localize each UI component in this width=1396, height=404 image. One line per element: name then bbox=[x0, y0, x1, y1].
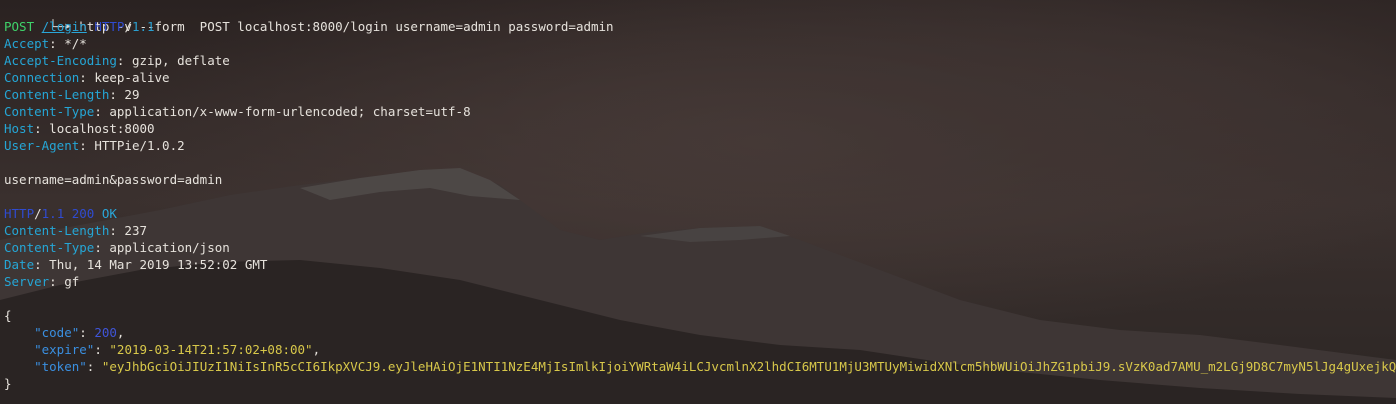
terminal-window[interactable]: └─➤ http -v --form POST localhost:8000/l… bbox=[0, 0, 1396, 404]
request-header: User-Agent: HTTPie/1.0.2 bbox=[4, 138, 185, 153]
header-value: keep-alive bbox=[94, 70, 170, 85]
header-name: Accept bbox=[4, 36, 50, 51]
status-text: OK bbox=[101, 206, 117, 221]
header-name: Accept-Encoding bbox=[4, 53, 117, 68]
header-name: User-Agent bbox=[4, 138, 80, 153]
header-name: Server bbox=[4, 274, 50, 289]
header-value: application/x-www-form-urlencoded; chars… bbox=[109, 104, 471, 119]
response-header: Date: Thu, 14 Mar 2019 13:52:02 GMT bbox=[4, 257, 268, 272]
header-value: application/json bbox=[109, 240, 230, 255]
command-line: └─➤ http -v --form POST localhost:8000/l… bbox=[4, 1, 1396, 34]
json-open-brace: { bbox=[4, 308, 12, 323]
header-name: Connection bbox=[4, 70, 80, 85]
response-header: Content-Type: application/json bbox=[4, 240, 230, 255]
request-header: Accept-Encoding: gzip, deflate bbox=[4, 53, 230, 68]
json-number: 200 bbox=[94, 325, 117, 340]
header-name: Content-Length bbox=[4, 87, 110, 102]
response-protocol: HTTP bbox=[4, 206, 35, 221]
header-value: gzip, deflate bbox=[131, 53, 230, 68]
json-key: "token" bbox=[34, 359, 87, 374]
json-string: "eyJhbGciOiJIUzI1NiIsInR5cCI6IkpXVCJ9.ey… bbox=[101, 359, 1396, 374]
request-method: POST bbox=[4, 19, 35, 34]
request-header: Content-Length: 29 bbox=[4, 87, 140, 102]
request-protocol: HTTP bbox=[94, 19, 125, 34]
header-value: gf bbox=[64, 274, 80, 289]
json-field-token: "token": "eyJhbGciOiJIUzI1NiIsInR5cCI6Ik… bbox=[4, 358, 1396, 375]
header-name: Host bbox=[4, 121, 35, 136]
json-key: "expire" bbox=[34, 342, 95, 357]
response-status-line: HTTP/1.1 200 OK bbox=[4, 206, 117, 221]
request-header: Content-Type: application/x-www-form-url… bbox=[4, 104, 471, 119]
header-value: Thu, 14 Mar 2019 13:52:02 GMT bbox=[49, 257, 268, 272]
header-value: 237 bbox=[124, 223, 147, 238]
response-header: Content-Length: 237 bbox=[4, 223, 147, 238]
request-header: Host: localhost:8000 bbox=[4, 121, 155, 136]
header-value: */* bbox=[64, 36, 87, 51]
header-name: Content-Type bbox=[4, 240, 95, 255]
status-code: 200 bbox=[71, 206, 95, 221]
header-value: 29 bbox=[124, 87, 140, 102]
header-value: localhost:8000 bbox=[49, 121, 155, 136]
request-header: Accept: */* bbox=[4, 36, 87, 51]
header-value: HTTPie/1.0.2 bbox=[94, 138, 185, 153]
header-name: Content-Length bbox=[4, 223, 110, 238]
response-version: 1.1 bbox=[41, 206, 65, 221]
request-path: /login bbox=[41, 19, 87, 34]
request-version: 1.1 bbox=[131, 19, 155, 34]
json-field-code: "code": 200, bbox=[34, 325, 125, 340]
json-field-expire: "expire": "2019-03-14T21:57:02+08:00", bbox=[34, 342, 321, 357]
request-body: username=admin&password=admin bbox=[4, 172, 223, 187]
command-text: http -v --form POST localhost:8000/login… bbox=[79, 19, 614, 34]
request-header: Connection: keep-alive bbox=[4, 70, 170, 85]
json-string: "2019-03-14T21:57:02+08:00" bbox=[109, 342, 313, 357]
response-header: Server: gf bbox=[4, 274, 80, 289]
terminal-output[interactable]: └─➤ http -v --form POST localhost:8000/l… bbox=[0, 0, 1396, 392]
json-close-brace: } bbox=[4, 376, 12, 391]
json-key: "code" bbox=[34, 325, 80, 340]
header-name: Content-Type bbox=[4, 104, 95, 119]
header-name: Date bbox=[4, 257, 35, 272]
